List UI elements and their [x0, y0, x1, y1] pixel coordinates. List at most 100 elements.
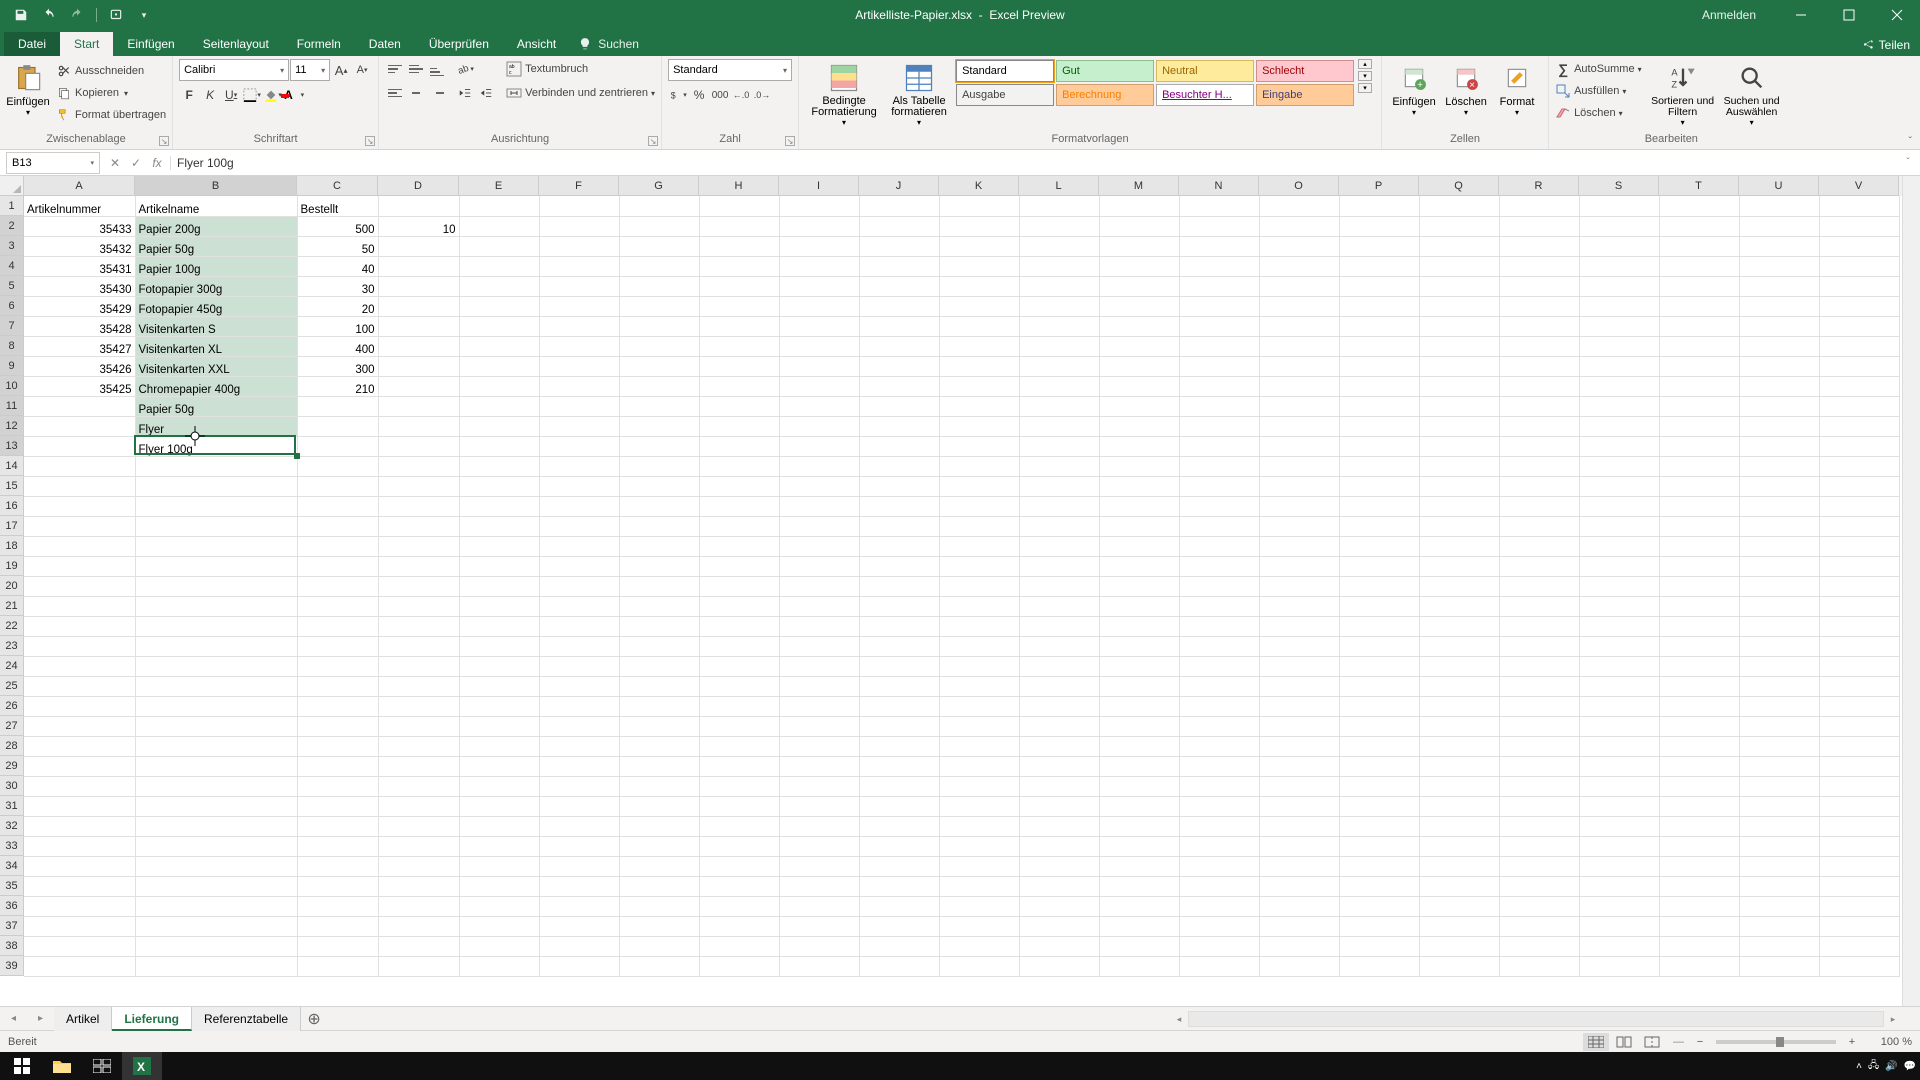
cell-L12[interactable] — [1019, 416, 1099, 436]
cell-Q38[interactable] — [1419, 936, 1499, 956]
align-bottom-icon[interactable] — [427, 59, 447, 79]
cell-D13[interactable] — [378, 436, 459, 456]
cell-T29[interactable] — [1659, 756, 1739, 776]
column-header-G[interactable]: G — [619, 176, 699, 196]
cell-E6[interactable] — [459, 296, 539, 316]
cell-E16[interactable] — [459, 496, 539, 516]
cell-K29[interactable] — [939, 756, 1019, 776]
cell-A6[interactable]: 35429 — [24, 296, 135, 316]
cell-F36[interactable] — [539, 896, 619, 916]
cell-J23[interactable] — [859, 636, 939, 656]
cell-H31[interactable] — [699, 796, 779, 816]
cell-G28[interactable] — [619, 736, 699, 756]
touch-mode-icon[interactable] — [105, 4, 127, 26]
cell-S5[interactable] — [1579, 276, 1659, 296]
row-header-20[interactable]: 20 — [0, 576, 24, 596]
cell-I23[interactable] — [779, 636, 859, 656]
cells-insert-button[interactable]: + Einfügen▾ — [1388, 59, 1440, 117]
cell-I14[interactable] — [779, 456, 859, 476]
cell-S3[interactable] — [1579, 236, 1659, 256]
cell-I15[interactable] — [779, 476, 859, 496]
cell-I18[interactable] — [779, 536, 859, 556]
cell-M12[interactable] — [1099, 416, 1179, 436]
cell-F30[interactable] — [539, 776, 619, 796]
cell-A34[interactable] — [24, 856, 135, 876]
cell-J25[interactable] — [859, 676, 939, 696]
cell-S24[interactable] — [1579, 656, 1659, 676]
cell-F4[interactable] — [539, 256, 619, 276]
cell-U3[interactable] — [1739, 236, 1819, 256]
cell-O14[interactable] — [1259, 456, 1339, 476]
cell-R18[interactable] — [1499, 536, 1579, 556]
cell-B27[interactable] — [135, 716, 297, 736]
ribbon-tab-überprüfen[interactable]: Überprüfen — [415, 32, 503, 56]
cell-T36[interactable] — [1659, 896, 1739, 916]
new-sheet-button[interactable]: ⊕ — [301, 1009, 327, 1029]
font-color-button[interactable]: A▾ — [284, 85, 304, 105]
cell-M5[interactable] — [1099, 276, 1179, 296]
cell-P39[interactable] — [1339, 956, 1419, 976]
cell-A31[interactable] — [24, 796, 135, 816]
cell-A11[interactable] — [24, 396, 135, 416]
cell-L15[interactable] — [1019, 476, 1099, 496]
cell-P17[interactable] — [1339, 516, 1419, 536]
cell-G24[interactable] — [619, 656, 699, 676]
cell-Q33[interactable] — [1419, 836, 1499, 856]
cell-R15[interactable] — [1499, 476, 1579, 496]
cell-L37[interactable] — [1019, 916, 1099, 936]
cell-C31[interactable] — [297, 796, 378, 816]
cell-B38[interactable] — [135, 936, 297, 956]
cell-N31[interactable] — [1179, 796, 1259, 816]
cell-I10[interactable] — [779, 376, 859, 396]
cell-H36[interactable] — [699, 896, 779, 916]
cell-J3[interactable] — [859, 236, 939, 256]
share-button[interactable]: Teilen — [1861, 38, 1910, 52]
cell-Q35[interactable] — [1419, 876, 1499, 896]
cell-D33[interactable] — [378, 836, 459, 856]
cell-S25[interactable] — [1579, 676, 1659, 696]
cell-U1[interactable] — [1739, 196, 1819, 216]
cell-G9[interactable] — [619, 356, 699, 376]
cell-M9[interactable] — [1099, 356, 1179, 376]
cell-K3[interactable] — [939, 236, 1019, 256]
cell-J26[interactable] — [859, 696, 939, 716]
tray-network-icon[interactable]: 🖧 — [1868, 1058, 1879, 1075]
cell-H29[interactable] — [699, 756, 779, 776]
cell-P15[interactable] — [1339, 476, 1419, 496]
cell-V1[interactable] — [1819, 196, 1899, 216]
cell-I37[interactable] — [779, 916, 859, 936]
cell-J36[interactable] — [859, 896, 939, 916]
cell-L27[interactable] — [1019, 716, 1099, 736]
cell-B11[interactable]: Papier 50g — [135, 396, 297, 416]
cell-E17[interactable] — [459, 516, 539, 536]
cell-T4[interactable] — [1659, 256, 1739, 276]
cell-J33[interactable] — [859, 836, 939, 856]
row-header-34[interactable]: 34 — [0, 856, 24, 876]
row-header-9[interactable]: 9 — [0, 356, 24, 376]
cell-B15[interactable] — [135, 476, 297, 496]
spreadsheet-grid[interactable]: ABCDEFGHIJKLMNOPQRSTUV 12345678910111213… — [0, 176, 1920, 1006]
cell-I32[interactable] — [779, 816, 859, 836]
cell-C38[interactable] — [297, 936, 378, 956]
cell-H13[interactable] — [699, 436, 779, 456]
cell-C6[interactable]: 20 — [297, 296, 378, 316]
cell-T5[interactable] — [1659, 276, 1739, 296]
cell-N35[interactable] — [1179, 876, 1259, 896]
row-header-11[interactable]: 11 — [0, 396, 24, 416]
cell-N29[interactable] — [1179, 756, 1259, 776]
row-header-22[interactable]: 22 — [0, 616, 24, 636]
cell-O7[interactable] — [1259, 316, 1339, 336]
page-layout-view-icon[interactable] — [1611, 1033, 1637, 1051]
row-header-23[interactable]: 23 — [0, 636, 24, 656]
cell-J9[interactable] — [859, 356, 939, 376]
cell-R35[interactable] — [1499, 876, 1579, 896]
cell-K37[interactable] — [939, 916, 1019, 936]
cell-U22[interactable] — [1739, 616, 1819, 636]
cell-F13[interactable] — [539, 436, 619, 456]
cell-P13[interactable] — [1339, 436, 1419, 456]
row-header-36[interactable]: 36 — [0, 896, 24, 916]
cell-U8[interactable] — [1739, 336, 1819, 356]
cell-O20[interactable] — [1259, 576, 1339, 596]
cell-P21[interactable] — [1339, 596, 1419, 616]
cell-H4[interactable] — [699, 256, 779, 276]
